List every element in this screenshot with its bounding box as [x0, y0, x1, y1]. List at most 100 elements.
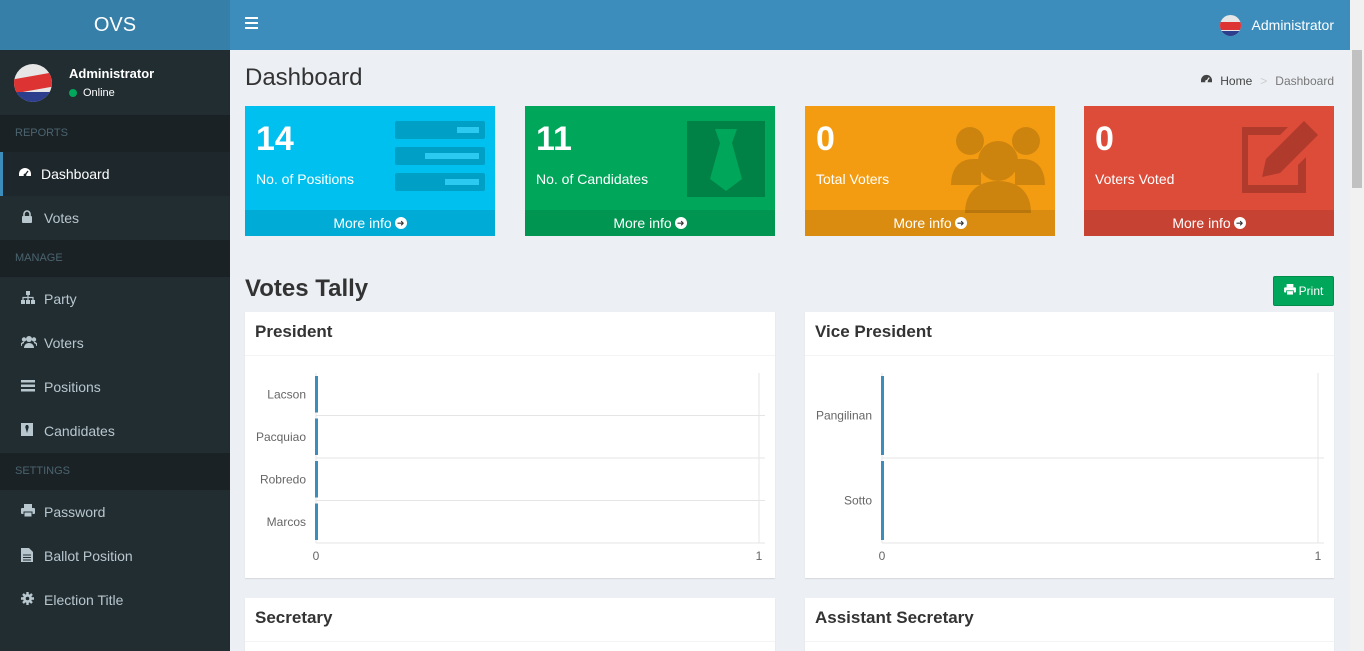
user-panel: Administrator Online: [0, 50, 230, 115]
stat-boxes: 14 No. of Positions More info ➜ 11 No. of…: [245, 106, 1334, 236]
users-icon: [951, 121, 1045, 218]
user-status: Online: [69, 87, 154, 99]
user-menu-label: Administrator: [1251, 17, 1334, 33]
president-chart: Lacson Pacquiao Robredo Marcos 0 1: [256, 373, 765, 563]
chart-title: Vice President: [815, 322, 932, 341]
list-icon: [21, 379, 41, 395]
user-menu[interactable]: Administrator: [1219, 0, 1334, 50]
menu-toggle-icon[interactable]: [245, 17, 258, 31]
sidebar-item-candidates[interactable]: Candidates: [0, 409, 230, 453]
bar: [315, 418, 318, 455]
category-label: Robredo: [260, 472, 306, 486]
users-icon: [20, 335, 41, 351]
sidebar-item-label: Election Title: [44, 592, 124, 608]
stat-box-voters-voted: 0 Voters Voted More info ➜: [1084, 106, 1334, 236]
print-button[interactable]: Print: [1273, 276, 1334, 306]
sidebar-item-party[interactable]: Party: [0, 277, 230, 321]
stat-value: 11: [536, 120, 572, 158]
sidebar-item-label: Voters: [44, 335, 84, 351]
printer-icon: [1283, 284, 1296, 298]
sidebar-item-label: Candidates: [44, 423, 115, 439]
stat-value: 14: [256, 120, 294, 158]
sidebar-item-label: Positions: [44, 379, 101, 395]
printer-icon: [21, 504, 41, 520]
status-label: Online: [83, 87, 115, 99]
stat-box-positions: 14 No. of Positions More info ➜: [245, 106, 495, 236]
scrollbar[interactable]: [1350, 0, 1364, 651]
bar: [881, 376, 884, 455]
sidebar-item-votes[interactable]: Votes: [0, 196, 230, 240]
sitemap-icon: [21, 291, 41, 307]
dashboard-icon: [1200, 74, 1213, 88]
menu-header-reports: REPORTS: [0, 115, 230, 152]
tick-label: 0: [313, 549, 320, 563]
sidebar-item-voters[interactable]: Voters: [0, 321, 230, 365]
chart-box-assistant-secretary: Assistant Secretary: [805, 598, 1334, 651]
arrow-circle-right-icon: ➜: [1233, 217, 1246, 230]
stat-label: Total Voters: [816, 171, 890, 187]
sidebar-item-ballot-position[interactable]: Ballot Position: [0, 534, 230, 578]
bar: [315, 376, 318, 413]
lock-icon: [21, 210, 41, 226]
menu-header-settings: SETTINGS: [0, 453, 230, 490]
edit-icon: [1234, 121, 1324, 198]
sidebar-item-label: Dashboard: [41, 166, 110, 182]
arrow-circle-right-icon: ➜: [954, 217, 967, 230]
sidebar-item-election-title[interactable]: Election Title: [0, 578, 230, 622]
more-info-label: More info: [893, 215, 952, 231]
sidebar-item-label: Votes: [44, 210, 80, 226]
print-label: Print: [1298, 284, 1324, 298]
chart-box-vice-president: Vice President Pangilinan Sotto 0 1: [805, 312, 1334, 578]
chart-title: Secretary: [255, 608, 333, 627]
top-navbar: Administrator: [230, 0, 1350, 50]
more-info-link[interactable]: More info ➜: [245, 210, 495, 236]
menu-header-manage: MANAGE: [0, 240, 230, 277]
gear-icon: [21, 592, 41, 608]
candidate-icon: [21, 423, 41, 439]
arrow-circle-right-icon: ➜: [674, 217, 687, 230]
tie-icon: [687, 121, 765, 202]
tick-label: 0: [879, 549, 886, 563]
list-icon: [395, 121, 485, 196]
avatar: [14, 63, 52, 102]
content-header: Dashboard Home > Dashboard: [245, 64, 1334, 94]
sidebar-item-label: Ballot Position: [44, 548, 133, 564]
breadcrumb-home[interactable]: Home: [1220, 74, 1252, 88]
scrollbar-thumb[interactable]: [1352, 50, 1362, 188]
chart-title: Assistant Secretary: [815, 608, 974, 627]
more-info-link[interactable]: More info ➜: [805, 210, 1055, 236]
dashboard-icon: [18, 167, 38, 182]
sidebar: OVS Administrator Online REPORTS Dashboa…: [0, 0, 230, 651]
breadcrumb-current: Dashboard: [1275, 74, 1334, 88]
breadcrumb: Home > Dashboard: [1200, 74, 1334, 88]
file-icon: [21, 547, 41, 565]
user-name: Administrator: [69, 66, 155, 81]
votes-tally-title: Votes Tally: [245, 275, 369, 302]
vice-president-chart: Pangilinan Sotto 0 1: [816, 373, 1324, 563]
sidebar-item-dashboard[interactable]: Dashboard: [0, 152, 230, 196]
page-title: Dashboard: [245, 64, 363, 91]
online-dot-icon: [69, 89, 77, 97]
chart-box-president: President Lacson Pacquiao Robredo Marcos 0 1: [245, 312, 775, 578]
sidebar-item-positions[interactable]: Positions: [0, 365, 230, 409]
category-label: Pacquiao: [256, 430, 306, 444]
category-label: Sotto: [844, 494, 872, 508]
category-label: Marcos: [267, 515, 306, 529]
stat-label: No. of Candidates: [536, 171, 649, 187]
sidebar-item-password[interactable]: Password: [0, 490, 230, 534]
stat-value: 0: [816, 120, 835, 158]
sidebar-item-label: Party: [44, 291, 77, 307]
bar: [315, 503, 318, 540]
stat-label: No. of Positions: [256, 171, 355, 187]
more-info-link[interactable]: More info ➜: [525, 210, 775, 236]
app-logo[interactable]: OVS: [0, 0, 230, 50]
tick-label: 1: [1315, 549, 1322, 563]
more-info-link[interactable]: More info ➜: [1084, 210, 1334, 236]
arrow-circle-right-icon: ➜: [394, 217, 407, 230]
more-info-label: More info: [613, 215, 672, 231]
more-info-label: More info: [333, 215, 392, 231]
avatar: [1219, 14, 1241, 36]
stat-value: 0: [1095, 120, 1114, 158]
breadcrumb-separator: >: [1260, 74, 1268, 88]
stat-label: Voters Voted: [1095, 171, 1175, 187]
